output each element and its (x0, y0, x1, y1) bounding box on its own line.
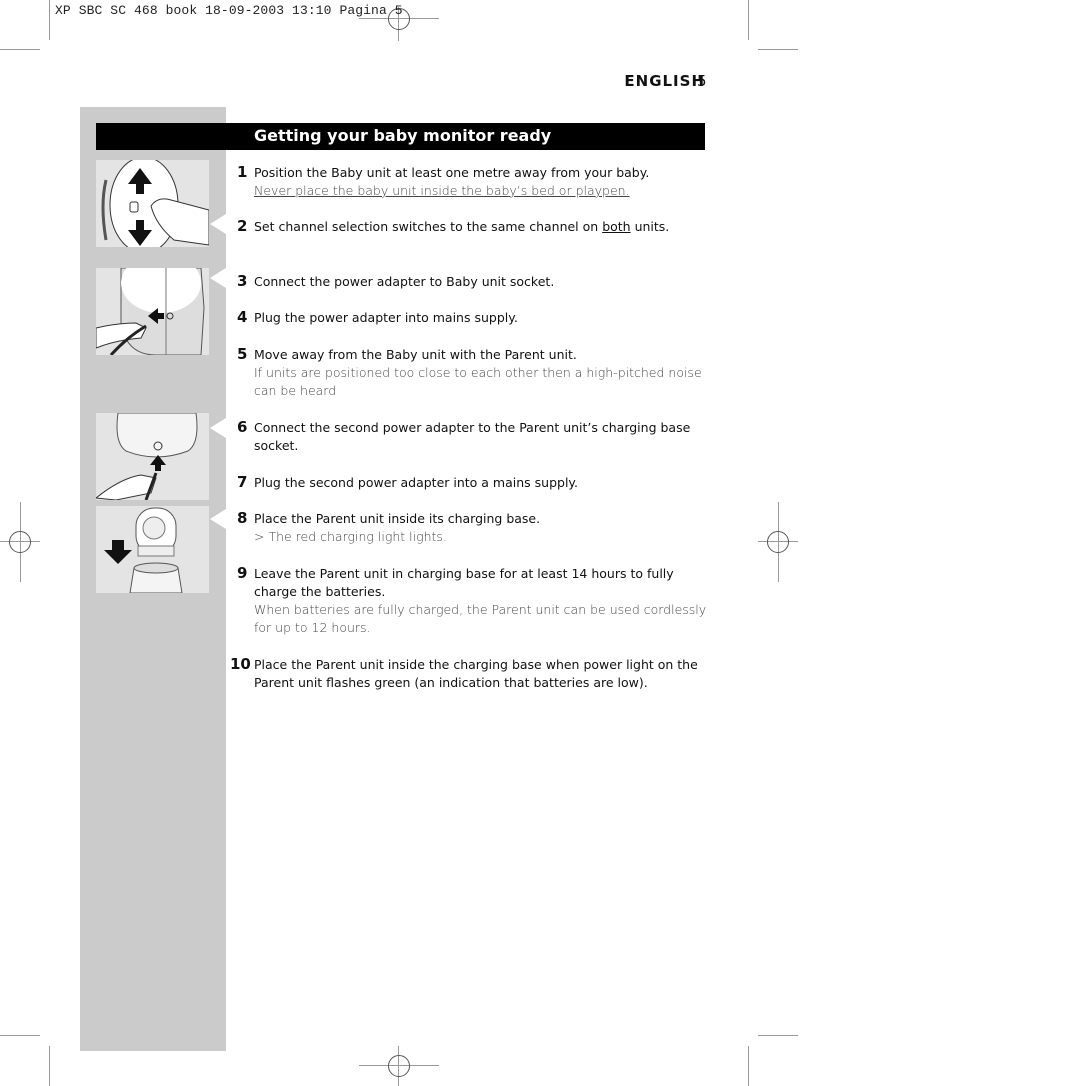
language-label: ENGLISH (624, 72, 705, 90)
crop-mark (758, 1035, 798, 1036)
step-text: Place the Parent unit inside the chargin… (254, 657, 698, 690)
step-text: Move away from the Baby unit with the Pa… (254, 347, 577, 362)
channel-switch-illustration (96, 156, 210, 254)
step-number: 1 (237, 163, 248, 181)
registration-mark-bottom (359, 1046, 439, 1086)
step-result: > The red charging light lights. (254, 529, 447, 544)
step-5: 5 Move away from the Baby unit with the … (237, 345, 707, 400)
step-number: 9 (237, 564, 248, 582)
step-text: Plug the second power adapter into a mai… (254, 475, 579, 490)
step-text: Position the Baby unit at least one metr… (254, 165, 650, 180)
baby-unit-switch-drawing (101, 156, 210, 254)
crop-mark (748, 0, 749, 40)
step-10: 10 Place the Parent unit inside the char… (230, 655, 707, 692)
baby-unit-adapter-illustration (95, 253, 209, 356)
adapter-plug-drawing (95, 253, 205, 356)
parent-unit-in-base-illustration (96, 506, 209, 594)
step-9: 9 Leave the Parent unit in charging base… (237, 564, 707, 637)
step-text: Leave the Parent unit in charging base f… (254, 566, 674, 599)
step-number: 7 (237, 473, 248, 491)
page-number: 5 (697, 72, 707, 90)
arrow-up-icon (150, 455, 166, 471)
step-text: Plug the power adapter into mains supply… (254, 310, 518, 325)
step-warning: Never place the baby unit inside the bab… (254, 183, 630, 198)
step-emphasis: both (602, 219, 631, 234)
crop-mark (49, 1046, 50, 1086)
step-number: 5 (237, 345, 248, 363)
crop-mark (0, 1035, 40, 1036)
callout-pointer (210, 418, 226, 438)
step-text: units. (630, 219, 670, 234)
parent-unit-drawing (104, 507, 183, 594)
step-text: Connect the power adapter to Baby unit s… (254, 274, 555, 289)
step-number: 4 (237, 308, 248, 326)
step-number: 10 (230, 655, 251, 673)
step-text: Connect the second power adapter to the … (254, 420, 691, 453)
section-title-bar: Getting your baby monitor ready (96, 123, 705, 150)
step-number: 6 (237, 418, 248, 436)
step-6: 6 Connect the second power adapter to th… (237, 418, 707, 455)
callout-pointer (210, 214, 226, 234)
registration-mark-left (0, 502, 40, 582)
callout-pointer (210, 268, 226, 288)
print-slug: XP SBC SC 468 book 18-09-2003 13:10 Pagi… (55, 3, 403, 18)
step-note: When batteries are fully charged, the Pa… (254, 602, 707, 635)
step-1: 1 Position the Baby unit at least one me… (237, 163, 707, 200)
step-note: If units are positioned too close to eac… (254, 365, 702, 398)
step-number: 3 (237, 272, 248, 290)
step-7: 7 Plug the second power adapter into a m… (237, 473, 707, 492)
crop-mark (49, 0, 50, 40)
step-text: Place the Parent unit inside its chargin… (254, 511, 541, 526)
step-4: 4 Plug the power adapter into mains supp… (237, 308, 707, 327)
crop-mark (748, 1046, 749, 1086)
step-number: 2 (237, 217, 248, 235)
callout-pointer (210, 509, 226, 529)
crop-mark (758, 49, 798, 50)
section-title: Getting your baby monitor ready (254, 126, 552, 145)
arrow-down-icon (104, 540, 132, 564)
crop-mark (0, 49, 40, 50)
step-text: Set channel selection switches to the sa… (254, 219, 603, 234)
step-8: 8 Place the Parent unit inside its charg… (237, 509, 707, 546)
step-number: 8 (237, 509, 248, 527)
step-2: 2 Set channel selection switches to the … (237, 217, 707, 236)
charging-base-drawing (94, 412, 198, 501)
charging-base-adapter-illustration (94, 412, 209, 501)
registration-mark-right (758, 502, 798, 582)
step-3: 3 Connect the power adapter to Baby unit… (237, 272, 707, 291)
